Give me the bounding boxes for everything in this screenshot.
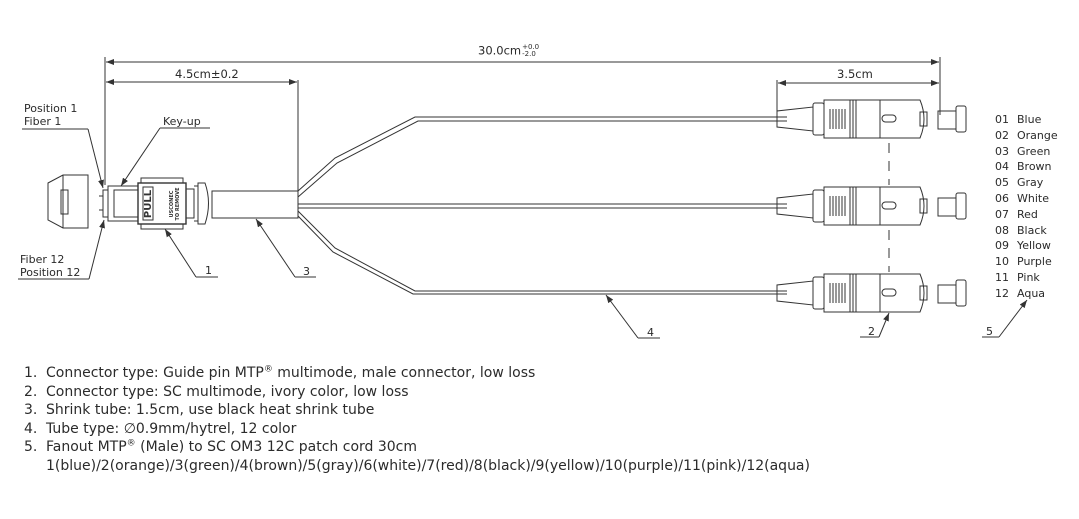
note-5-color-sequence: 1(blue)/2(orange)/3(green)/4(brown)/5(gr… (46, 457, 810, 474)
fiber-color: Purple (1017, 255, 1052, 269)
sc-length-label: 3.5cm (837, 67, 873, 81)
fiber-color: Pink (1017, 270, 1040, 284)
note-4: 4. Tube type: ∅0.9mm/hytrel, 12 color (24, 420, 810, 439)
fiber-number: 03 (995, 144, 1009, 158)
fiber-color: Green (1017, 144, 1051, 158)
note-text: Fanout MTP (46, 439, 127, 456)
fiber-number: 10 (995, 255, 1009, 269)
fiber-number: 07 (995, 207, 1009, 221)
overall-length-value: 30.0cm (478, 43, 522, 58)
note-index: 5. (24, 439, 38, 456)
fiber-number: 11 (995, 270, 1009, 284)
registered-mark: ® (126, 438, 136, 449)
tolerance-minus: -2.0 (522, 50, 536, 58)
position-12-label: Position 12 (20, 266, 81, 279)
note-3: 3. Shrink tube: 1.5cm, use black heat shr… (24, 401, 810, 420)
fiber-number: 04 (995, 160, 1009, 174)
fiber-row: 01 Blue (995, 112, 1058, 128)
balloon-3: 3 (303, 265, 310, 278)
registered-mark: ® (263, 364, 273, 375)
fiber-row: 07 Red (995, 207, 1058, 223)
sc-connector-top-ribs (829, 109, 846, 129)
key-up-label: Key-up (163, 115, 201, 128)
balloon-5: 5 (986, 325, 993, 338)
balloon-2: 2 (868, 325, 875, 338)
note-index: 3. (24, 402, 38, 419)
fiber-row: 08 Black (995, 223, 1058, 239)
note-5: 5. Fanout MTP® (Male) to SC OM3 12C patch… (24, 438, 810, 457)
balloon-4: 4 (647, 326, 654, 339)
fiber-row: 04 Brown (995, 159, 1058, 175)
spec-notes: 1. Connector type: Guide pin MTP® multimo… (24, 364, 810, 476)
fiber-color-list: 01 Blue 02 Orange 03 Green 04 Brown 05 Gray 0… (995, 112, 1058, 302)
cable-assembly-drawing: PULL USCONEC TO REMOVE (18, 57, 1028, 339)
pull-mark: PULL (143, 189, 154, 218)
fiber-number: 12 (995, 286, 1009, 300)
fiber-number: 06 (995, 191, 1009, 205)
fiber-number: 02 (995, 128, 1009, 142)
to-remove-mark: TO REMOVE (175, 187, 181, 221)
note-text: Connector type: SC multimode, ivory colo… (46, 383, 409, 400)
note-index: 1. (24, 365, 38, 381)
fiber-color: Black (1017, 223, 1047, 237)
fiber-color: Orange (1017, 128, 1058, 142)
fiber-row: 03 Green (995, 144, 1058, 160)
sc-connector-middle (776, 186, 967, 226)
fiber-color: White (1017, 191, 1049, 205)
note-text-cont: (Male) to SC OM3 12C patch cord 30cm (135, 439, 418, 456)
balloon-1: 1 (205, 264, 212, 277)
note-index: 4. (24, 420, 38, 437)
fiber-number: 01 (995, 113, 1009, 126)
overall-length-label: 30.0cm +0.0 -2.0 (478, 44, 539, 58)
mtp-dimension-line (106, 79, 299, 193)
sc-connector-middle-ribs (829, 196, 846, 216)
fanout-cable-bottom (297, 210, 787, 295)
overall-length-tolerance: +0.0 -2.0 (522, 44, 539, 58)
note-text: Tube type: ∅0.9mm/hytrel, 12 color (46, 420, 297, 437)
fiber-12-label: Fiber 12 (20, 253, 65, 266)
position-1-label: Position 1 (24, 102, 78, 115)
leader-key-up (120, 127, 210, 187)
fanout-cable-middle (298, 203, 787, 209)
fiber-row: 09 Yellow (995, 238, 1058, 254)
note-text: Connector type: Guide pin MTP (46, 365, 264, 381)
fanout-cable-top (297, 116, 787, 198)
note-2: 2. Connector type: SC multimode, ivory co… (24, 383, 810, 402)
fiber-number: 08 (995, 223, 1009, 237)
fiber-color: Yellow (1017, 239, 1051, 253)
fiber-row: 10 Purple (995, 254, 1058, 270)
fiber-color: Brown (1017, 160, 1052, 174)
fiber-number: 05 (995, 176, 1009, 190)
sc-connector-bottom (776, 273, 967, 313)
fiber-1-label: Fiber 1 (24, 115, 62, 128)
note-text-cont: multimode, male connector, low loss (272, 365, 536, 381)
fiber-row: 12 Aqua (995, 286, 1058, 302)
shrink-tube (211, 190, 299, 219)
fiber-color: Red (1017, 207, 1038, 221)
sc-connector-bottom-ribs (829, 283, 846, 303)
note-1: 1. Connector type: Guide pin MTP® multimo… (24, 364, 810, 383)
fiber-color: Blue (1017, 113, 1042, 126)
note-index: 2. (24, 383, 38, 400)
fiber-number: 09 (995, 239, 1009, 253)
mtp-dust-cap (47, 174, 89, 229)
fiber-row: 06 White (995, 191, 1058, 207)
sc-connector-top (776, 99, 967, 139)
note-text: Shrink tube: 1.5cm, use black heat shrin… (46, 402, 375, 419)
mtp-length-label: 4.5cm±0.2 (175, 67, 239, 81)
sc-dimension-line (776, 80, 939, 118)
fiber-row: 02 Orange (995, 128, 1058, 144)
fiber-color: Gray (1017, 176, 1044, 190)
fiber-row: 11 Pink (995, 270, 1058, 286)
fiber-row: 05 Gray (995, 175, 1058, 191)
fiber-color: Aqua (1017, 286, 1046, 300)
